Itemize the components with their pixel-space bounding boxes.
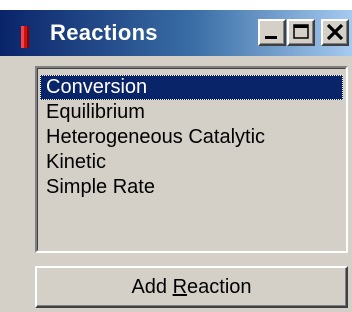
reaction-list-body: Conversion Equilibrium Heterogeneous Catal…: [37, 68, 346, 251]
list-item[interactable]: Heterogeneous Catalytic: [40, 125, 343, 150]
reaction-type-list[interactable]: Conversion Equilibrium Heterogeneous Catal…: [35, 66, 348, 253]
close-icon: [326, 23, 344, 41]
maximize-button[interactable]: [287, 19, 315, 46]
minimize-icon: [265, 36, 277, 39]
list-item[interactable]: Equilibrium: [40, 100, 343, 125]
maximize-icon: [293, 24, 309, 39]
app-icon: [21, 26, 29, 48]
list-item[interactable]: Kinetic: [40, 150, 343, 175]
minimize-button[interactable]: [258, 19, 286, 46]
add-reaction-label-before: Add: [131, 276, 173, 298]
list-item[interactable]: Simple Rate: [40, 175, 343, 200]
top-strip: [0, 0, 352, 10]
list-item[interactable]: Conversion: [40, 75, 343, 100]
window-title: Reactions: [50, 20, 158, 45]
title-bar[interactable]: Reactions: [0, 10, 352, 56]
reactions-window: Reactions Conversion Equilibrium Heterogen…: [0, 0, 352, 312]
add-reaction-mnemonic: R: [172, 276, 188, 298]
add-reaction-button[interactable]: Add Reaction: [35, 266, 348, 308]
close-button[interactable]: [321, 19, 349, 46]
add-reaction-label-after: eaction: [187, 276, 252, 298]
